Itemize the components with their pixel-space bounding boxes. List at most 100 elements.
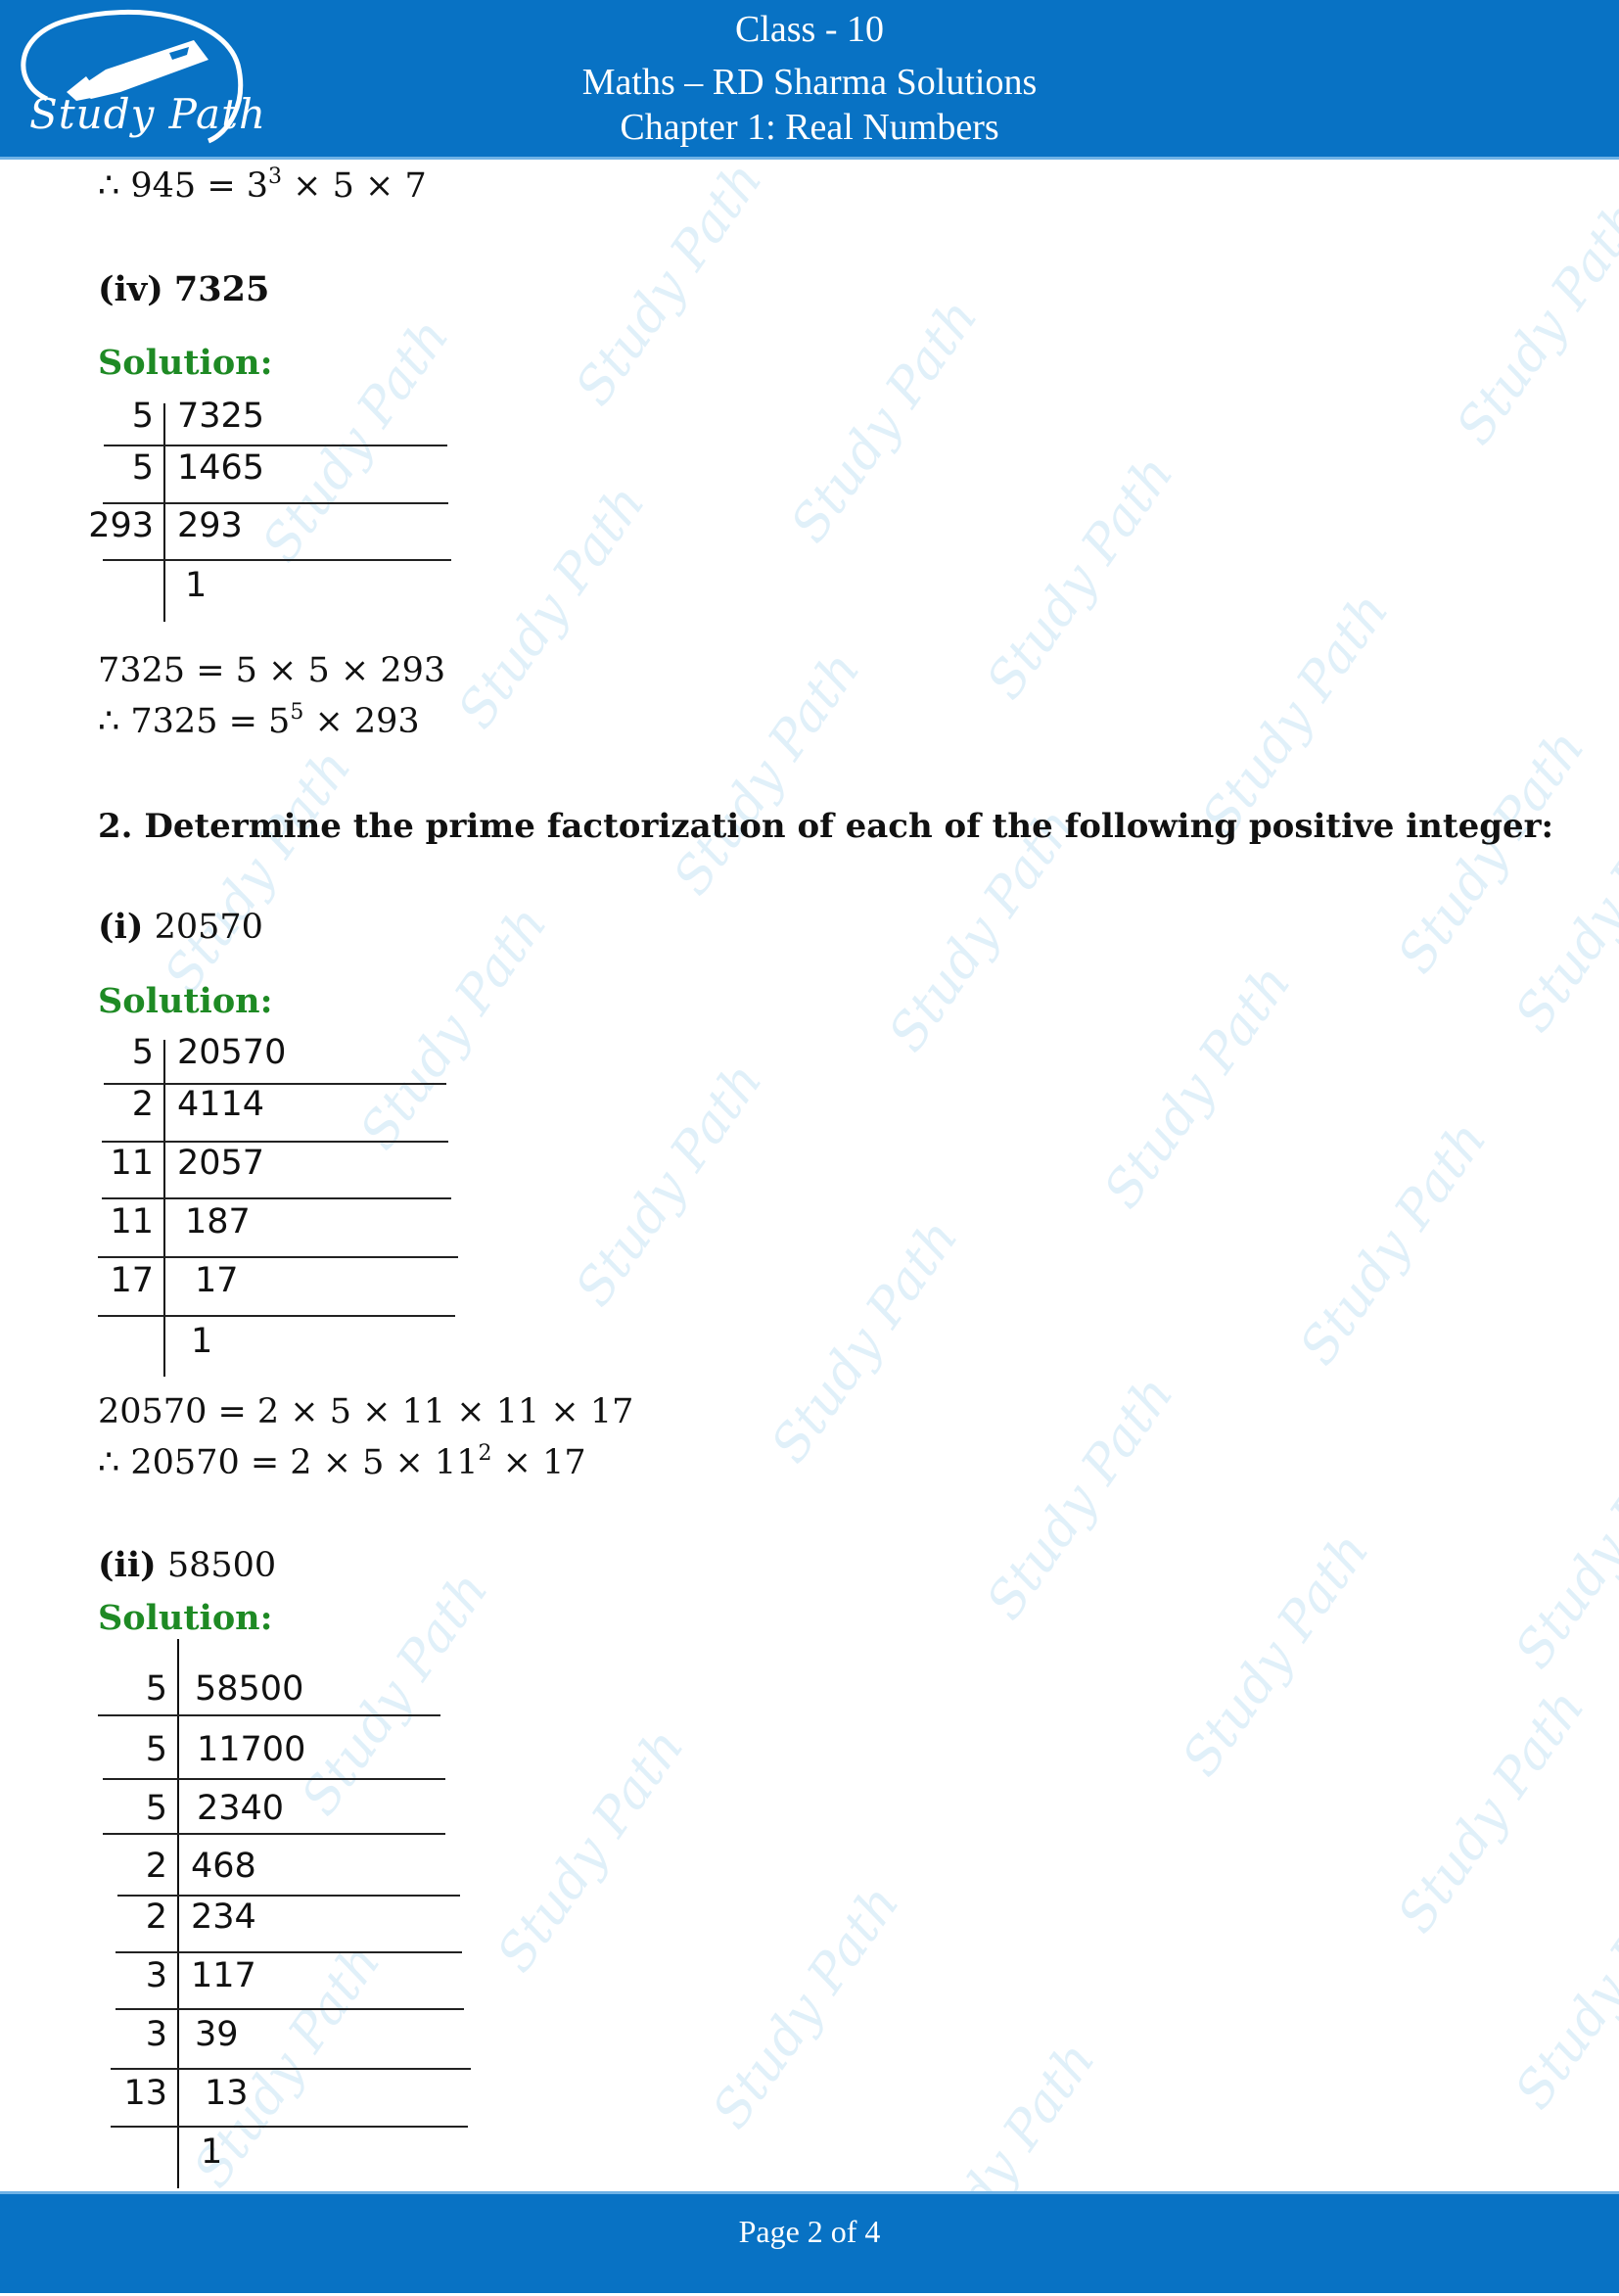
division-vertical-rule: [163, 403, 165, 622]
divisor-cell: 2: [131, 1085, 154, 1124]
dividend-cell: 117: [191, 1956, 256, 1995]
divisor-cell: 11: [110, 1144, 154, 1183]
watermark-text: Study Path: [348, 896, 559, 1160]
watermark-text: Study Path: [760, 1209, 970, 1474]
division-vertical-rule: [163, 1040, 165, 1377]
division-row-rule: [102, 1141, 448, 1143]
part-label: (i): [98, 907, 144, 947]
current-page: 2: [807, 2214, 823, 2249]
divisor-cell: 5: [145, 1730, 167, 1769]
division-row-rule: [103, 559, 451, 561]
dividend-cell: 20570: [177, 1033, 287, 1072]
divisor-cell: 5: [131, 448, 154, 488]
divisor-cell: 5: [145, 1669, 167, 1709]
division-row-rule: [104, 445, 447, 446]
division-row-rule: [104, 1083, 446, 1085]
solution-label: Solution:: [98, 343, 273, 383]
watermark-text: Study Path: [1171, 1523, 1381, 1787]
page-footer: Page 2 of 4: [0, 2191, 1619, 2293]
part-number: 7325: [173, 269, 270, 309]
watermark-text: Study Path: [1288, 1111, 1499, 1376]
page-indicator: Page 2 of 4: [738, 2214, 881, 2249]
dividend-cell: 1: [201, 2132, 223, 2172]
divisor-cell: 2: [145, 1847, 167, 1886]
watermark-text: Study Path: [564, 1053, 774, 1317]
dividend-cell: 468: [191, 1847, 256, 1886]
result-line: 7325 = 5 × 5 × 293: [98, 651, 446, 690]
divisor-cell: 5: [145, 1789, 167, 1828]
watermark-text: Study Path: [290, 1562, 500, 1826]
solution-label: Solution:: [98, 981, 273, 1021]
division-row-rule: [111, 2126, 468, 2128]
carry-over-result: ∴ 945 = 33 × 5 × 7: [98, 164, 427, 207]
dividend-cell: 234: [191, 1898, 256, 1937]
divisor-cell: 17: [110, 1261, 154, 1300]
divisor-cell: 11: [110, 1202, 154, 1242]
watermark-text: Study Path: [1092, 955, 1303, 1219]
dividend-cell: 187: [185, 1202, 251, 1242]
watermark-text: Study Path: [251, 308, 461, 573]
page-header: Study Path Class - 10 Maths – RD Sharma …: [0, 0, 1619, 160]
solution-label: Solution:: [98, 1598, 273, 1638]
divisor-cell: 3: [145, 2015, 167, 2054]
division-vertical-rule: [177, 1639, 179, 2188]
watermark-text: Study Path: [1503, 1415, 1619, 1679]
divisor-cell: 13: [123, 2074, 167, 2113]
divisor-cell: 5: [131, 397, 154, 436]
part-label: (ii): [98, 1545, 157, 1585]
dividend-cell: 39: [195, 2015, 239, 2054]
dividend-cell: 2340: [197, 1789, 285, 1828]
division-row-rule: [116, 2008, 464, 2010]
watermark-text: Study Path: [1386, 1679, 1596, 1944]
watermark-text: Study Path: [779, 289, 990, 553]
part-number: 20570: [154, 908, 263, 947]
chapter-title: Chapter 1: Real Numbers: [620, 107, 999, 148]
dividend-cell: 1: [191, 1322, 213, 1361]
result-line-final: ∴ 7325 = 55 × 293: [98, 700, 420, 742]
division-row-rule: [98, 1315, 455, 1317]
dividend-cell: 4114: [177, 1085, 265, 1124]
divisor-cell: 5: [131, 1033, 154, 1072]
result-line: 20570 = 2 × 5 × 11 × 11 × 17: [98, 1392, 634, 1431]
divisor-cell: 2: [145, 1898, 167, 1937]
watermark-text: Study Path: [975, 1366, 1185, 1630]
watermark-text: Study Path: [701, 1875, 911, 2139]
dividend-cell: 1465: [177, 448, 265, 488]
division-row-rule: [117, 1895, 460, 1897]
watermark-text: Study Path: [486, 1718, 696, 1983]
division-row-rule: [111, 2068, 471, 2070]
subject-title: Maths – RD Sharma Solutions: [581, 62, 1038, 103]
watermark-text: Study Path: [564, 152, 774, 416]
watermark-text: Study Path: [975, 445, 1185, 710]
division-row-rule: [103, 1778, 445, 1780]
watermark-text: Study Path: [1445, 191, 1619, 455]
division-row-rule: [116, 1951, 462, 1953]
part-number: 58500: [166, 1546, 277, 1585]
total-pages: 4: [864, 2214, 881, 2249]
divisor-cell: 3: [145, 1956, 167, 1995]
division-row-rule: [103, 502, 448, 504]
dividend-cell: 13: [205, 2074, 249, 2113]
part-ii-heading: (ii) 58500: [98, 1545, 276, 1585]
division-row-rule: [98, 1256, 458, 1258]
division-row-rule: [98, 1714, 440, 1716]
question-2: 2. Determine the prime factorization of …: [98, 807, 1554, 846]
watermark-text: Study Path: [662, 641, 872, 906]
watermark-text: Study Path: [1386, 720, 1596, 984]
dividend-cell: 7325: [177, 397, 265, 436]
watermark-text: Study Path: [1503, 1855, 1619, 2120]
dividend-cell: 1: [185, 566, 208, 605]
part-iv-heading: (iv) 7325: [98, 269, 269, 309]
part-label: (iv): [98, 269, 163, 309]
dividend-cell: 293: [177, 506, 243, 545]
dividend-cell: 11700: [197, 1730, 306, 1769]
dividend-cell: 17: [195, 1261, 239, 1300]
dividend-cell: 2057: [177, 1144, 265, 1183]
part-i-heading: (i) 20570: [98, 907, 263, 947]
dividend-cell: 58500: [195, 1669, 304, 1709]
watermark-text: Study Path: [153, 739, 363, 1004]
class-title: Class - 10: [735, 9, 884, 50]
watermark-text: Study Path: [446, 475, 657, 739]
division-row-rule: [103, 1833, 445, 1835]
result-line-final: ∴ 20570 = 2 × 5 × 112 × 17: [98, 1441, 586, 1483]
